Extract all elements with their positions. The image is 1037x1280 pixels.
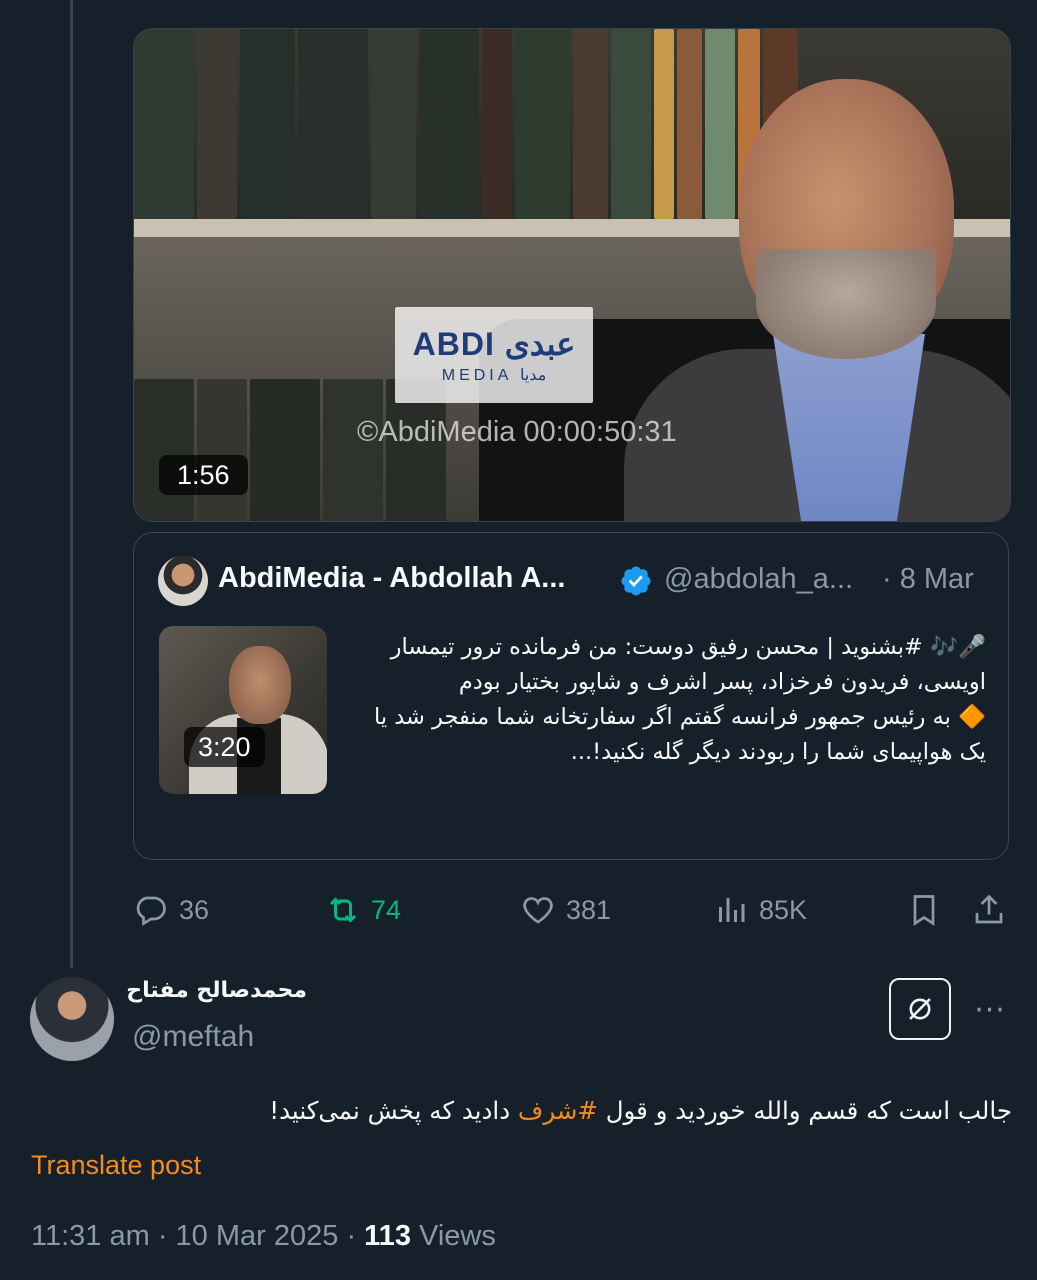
- repost-icon: [329, 897, 357, 923]
- quoted-tweet-date[interactable]: · 8 Mar: [882, 563, 974, 596]
- tweet-date[interactable]: 10 Mar 2025: [176, 1220, 339, 1252]
- bookmark-button[interactable]: [906, 888, 942, 932]
- quoted-author-name[interactable]: AbdiMedia - Abdollah A...: [218, 562, 565, 595]
- reply-count: 36: [179, 894, 210, 925]
- thread-line: [70, 0, 73, 968]
- reply-tweet-text: جالب است که قسم والله خوردید و قول #شرف …: [200, 1096, 1012, 1125]
- quoted-author-avatar[interactable]: [158, 556, 208, 606]
- grok-icon: [909, 998, 931, 1020]
- quoted-text-paragraph-1: 🎤🎶 #بشنوید | محسن رفیق دوست: من فرمانده …: [390, 634, 986, 695]
- tweet-metadata: 11:31 am · 10 Mar 2025 · 113 Views: [31, 1220, 496, 1252]
- views-button[interactable]: 85K: [713, 888, 807, 932]
- repost-count: 74: [371, 894, 402, 925]
- more-options-icon[interactable]: ···: [968, 988, 1012, 1032]
- grok-button[interactable]: [889, 978, 951, 1040]
- video-timecode-overlay: ©AbdiMedia 00:00:50:31: [357, 416, 677, 448]
- video-duration-badge: 1:56: [159, 455, 248, 495]
- reply-text-start: جالب است که قسم والله خوردید و قول: [605, 1096, 1012, 1125]
- quoted-video-thumbnail[interactable]: [159, 626, 327, 794]
- bookmark-icon: [913, 895, 935, 927]
- quoted-tweet-text: 🎤🎶 #بشنوید | محسن رفیق دوست: من فرمانده …: [352, 630, 986, 770]
- tweet-action-bar: 36 74 381 85K: [0, 888, 1037, 932]
- views-count: 85K: [759, 894, 808, 925]
- abdimedia-watermark-logo: ABDI عبدی MEDIA مدیا: [395, 307, 593, 403]
- reply-button[interactable]: 36: [133, 888, 209, 932]
- translate-post-link[interactable]: Translate post: [31, 1150, 201, 1181]
- views-icon: [719, 898, 745, 922]
- repost-button[interactable]: 74: [325, 888, 401, 932]
- hashtag-link[interactable]: #شرف: [518, 1096, 598, 1125]
- tweet-time[interactable]: 11:31 am: [31, 1220, 150, 1252]
- quoted-video-duration: 3:20: [184, 727, 265, 767]
- like-count: 381: [566, 894, 612, 925]
- share-icon: [975, 894, 1003, 924]
- reply-text-end: دادید که پخش نمی‌کنید!: [269, 1096, 511, 1125]
- share-button[interactable]: [971, 888, 1007, 932]
- reply-author-avatar[interactable]: [30, 977, 114, 1061]
- video-player[interactable]: ABDI عبدی MEDIA مدیا ©AbdiMedia 00:00:50…: [133, 28, 1011, 522]
- reply-author-name[interactable]: محمدصالح مفتاح: [126, 978, 307, 1003]
- like-icon: [523, 897, 553, 924]
- tweet-thread: ABDI عبدی MEDIA مدیا ©AbdiMedia 00:00:50…: [0, 0, 1037, 1280]
- quoted-author-handle[interactable]: @abdolah_a...: [664, 563, 853, 596]
- quoted-text-paragraph-2: 🔶 به رئیس جمهور فرانسه گفتم اگر سفارتخان…: [373, 704, 986, 765]
- views-label: Views: [419, 1220, 496, 1252]
- verified-badge-icon: [621, 566, 651, 596]
- like-button[interactable]: 381: [520, 888, 611, 932]
- views-total: 113: [364, 1220, 411, 1252]
- reply-author-handle[interactable]: @meftah: [132, 1020, 254, 1054]
- reply-icon: [136, 896, 166, 926]
